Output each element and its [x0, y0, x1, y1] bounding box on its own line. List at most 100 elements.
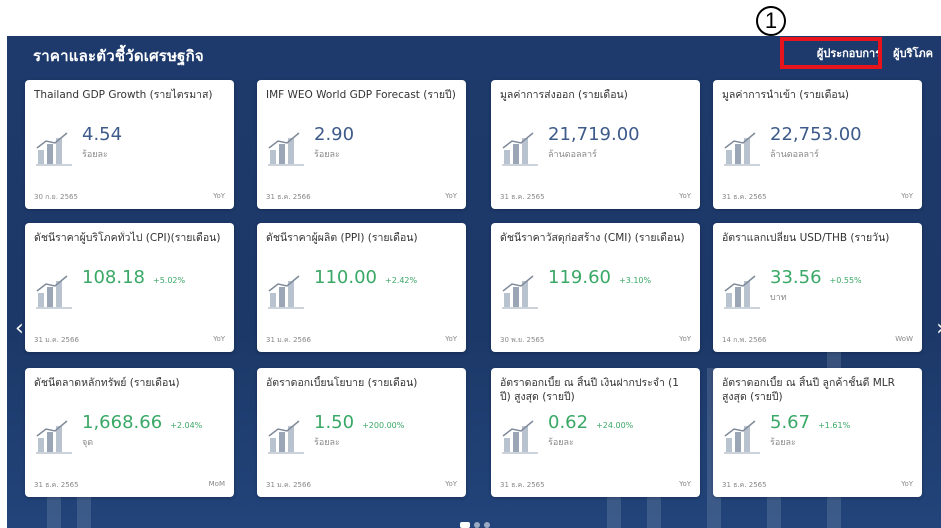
pager-dot-3[interactable]	[484, 522, 490, 528]
pager-dot-1[interactable]	[460, 522, 470, 528]
indicator-card[interactable]: ดัชนีราคาผู้ผลิต (PPI) (รายเดือน) 110.00…	[257, 223, 466, 352]
card-body: 0.62 +24.00% ร้อยละ	[500, 412, 633, 456]
indicator-card[interactable]: ดัชนีตลาดหลักทรัพย์ (รายเดือน) 1,668.66 …	[25, 368, 234, 497]
card-values: 21,719.00 ล้านดอลลาร์	[548, 124, 648, 161]
import-map-icon	[724, 132, 760, 166]
card-period: YoY	[213, 192, 225, 200]
card-period: YoY	[679, 335, 691, 343]
card-title: ดัชนีตลาดหลักทรัพย์ (รายเดือน)	[34, 377, 180, 389]
card-value: 119.60	[548, 267, 611, 288]
card-change: +200.00%	[362, 421, 405, 430]
indicator-card[interactable]: อัตราดอกเบี้ยนโยบาย (รายเดือน) 1.50 +200…	[257, 368, 466, 497]
card-body: 22,753.00 ล้านดอลลาร์	[722, 124, 870, 168]
card-value-row: 110.00 +2.42%	[314, 267, 417, 289]
card-unit: จุด	[82, 438, 94, 448]
card-change: +24.00%	[596, 421, 634, 430]
card-period: WoW	[895, 335, 913, 343]
carousel-prev-arrow[interactable]: ‹	[15, 316, 24, 341]
card-unit: บาท	[770, 293, 787, 303]
globe-chart-icon	[268, 132, 304, 166]
card-title: มูลค่าการส่งออก (รายเดือน)	[500, 89, 628, 101]
card-date: 31 ม.ค. 2566	[266, 481, 311, 489]
indicator-card[interactable]: IMF WEO World GDP Forecast (รายปี) 2.90 …	[257, 80, 466, 209]
card-values: 5.67 +1.61% ร้อยละ	[770, 412, 850, 449]
card-value: 5.67	[770, 412, 811, 433]
card-values: 119.60 +3.10%	[548, 267, 651, 290]
indicator-card[interactable]: Thailand GDP Growth (รายไตรมาส) 4.54 ร้อ…	[25, 80, 234, 209]
card-footer: 31 ธ.ค. 2565 MoM	[34, 480, 225, 491]
card-date: 31 ธ.ค. 2566	[266, 193, 311, 201]
tab-entrepreneur[interactable]: ผู้ประกอบการ	[816, 44, 882, 68]
card-title: มูลค่าการนำเข้า (รายเดือน)	[722, 89, 850, 101]
card-values: 4.54 ร้อยละ	[82, 124, 130, 161]
indicator-card[interactable]: อัตราแลกเปลี่ยน USD/THB (รายวัน) 33.56 +…	[713, 223, 922, 352]
card-footer: 30 ก.ย. 2565 YoY	[34, 192, 225, 203]
card-value: 21,719.00	[548, 124, 640, 145]
producer-chart-icon	[268, 275, 304, 309]
card-values: 33.56 +0.55% บาท	[770, 267, 862, 304]
card-value-row: 5.67 +1.61%	[770, 412, 850, 434]
card-title: ดัชนีราคาวัสดุก่อสร้าง (CMI) (รายเดือน)	[500, 232, 685, 244]
indicator-card[interactable]: อัตราดอกเบี้ย ณ สิ้นปี ลูกค้าชั้นดี MLR …	[713, 368, 922, 497]
card-period: MoM	[208, 480, 225, 488]
card-date: 31 ม.ค. 2566	[34, 336, 79, 344]
card-body: 1.50 +200.00% ร้อยละ	[266, 412, 404, 456]
card-period: YoY	[679, 192, 691, 200]
card-title: ดัชนีราคาผู้บริโภคทั่วไป (CPI)(รายเดือน)	[34, 232, 221, 244]
card-title: อัตราดอกเบี้ยนโยบาย (รายเดือน)	[266, 377, 418, 389]
indicator-card[interactable]: ดัชนีราคาผู้บริโภคทั่วไป (CPI)(รายเดือน)…	[25, 223, 234, 352]
indicator-card[interactable]: มูลค่าการนำเข้า (รายเดือน) 22,753.00 ล้า…	[713, 80, 922, 209]
pager-dot-2[interactable]	[474, 522, 480, 528]
card-change: +5.02%	[152, 276, 186, 285]
carousel-pager	[460, 522, 490, 528]
card-footer: 31 ธ.ค. 2565 YoY	[722, 480, 913, 491]
card-value-row: 22,753.00	[770, 124, 870, 146]
card-date: 31 ธ.ค. 2565	[500, 481, 545, 489]
export-map-icon	[502, 132, 538, 166]
card-unit: ร้อยละ	[770, 438, 796, 448]
indicator-card[interactable]: มูลค่าการส่งออก (รายเดือน) 21,719.00 ล้า…	[491, 80, 700, 209]
card-value-row: 119.60 +3.10%	[548, 267, 651, 289]
card-footer: 14 ก.พ. 2566 WoW	[722, 335, 913, 346]
card-value: 110.00	[314, 267, 377, 288]
tab-consumer[interactable]: ผู้บริโภค	[893, 44, 933, 68]
card-date: 31 ม.ค. 2566	[266, 336, 311, 344]
card-period: YoY	[445, 192, 457, 200]
section-title: ราคาและตัวชี้วัดเศรษฐกิจ	[33, 47, 204, 65]
card-footer: 31 ธ.ค. 2566 YoY	[266, 192, 457, 203]
card-change: +0.55%	[829, 276, 862, 285]
card-unit: ร้อยละ	[314, 150, 340, 160]
card-value: 2.90	[314, 124, 355, 145]
card-value-row: 1,668.66 +2.04%	[82, 412, 202, 434]
card-footer: 31 ม.ค. 2566 YoY	[34, 335, 225, 346]
card-values: 22,753.00 ล้านดอลลาร์	[770, 124, 870, 161]
card-title: อัตราดอกเบี้ย ณ สิ้นปี ลูกค้าชั้นดี MLR …	[722, 377, 895, 403]
card-values: 2.90 ร้อยละ	[314, 124, 362, 161]
card-value: 108.18	[82, 267, 145, 288]
card-title: อัตราดอกเบี้ย ณ สิ้นปี เงินฝากประจำ (1 ป…	[500, 377, 679, 403]
card-values: 108.18 +5.02%	[82, 267, 185, 290]
card-value: 4.54	[82, 124, 123, 145]
card-value-row: 33.56 +0.55%	[770, 267, 862, 289]
card-unit: ร้อยละ	[82, 150, 108, 160]
card-body: 4.54 ร้อยละ	[34, 124, 130, 168]
card-value-row: 2.90	[314, 124, 362, 146]
loan-growth-icon	[724, 420, 760, 454]
indicator-card[interactable]: อัตราดอกเบี้ย ณ สิ้นปี เงินฝากประจำ (1 ป…	[491, 368, 700, 497]
card-values: 110.00 +2.42%	[314, 267, 417, 290]
card-date: 31 ธ.ค. 2565	[500, 193, 545, 201]
card-change: +2.42%	[384, 276, 418, 285]
construction-tools-icon	[502, 275, 538, 309]
card-body: 119.60 +3.10%	[500, 267, 651, 311]
card-value: 1,668.66	[82, 412, 163, 433]
card-footer: 31 ม.ค. 2566 YoY	[266, 335, 457, 346]
card-footer: 31 ม.ค. 2566 YoY	[266, 480, 457, 491]
carousel-next-arrow[interactable]: ›	[936, 316, 941, 341]
card-value: 1.50	[314, 412, 355, 433]
annotation-step-marker: 1	[756, 6, 786, 36]
card-body: 2.90 ร้อยละ	[266, 124, 362, 168]
indicator-card[interactable]: ดัชนีราคาวัสดุก่อสร้าง (CMI) (รายเดือน) …	[491, 223, 700, 352]
indicators-panel: ราคาและตัวชี้วัดเศรษฐกิจ ผู้ประกอบการ ผู…	[7, 36, 941, 528]
plant-hand-icon	[268, 420, 304, 454]
card-unit: ร้อยละ	[314, 438, 340, 448]
